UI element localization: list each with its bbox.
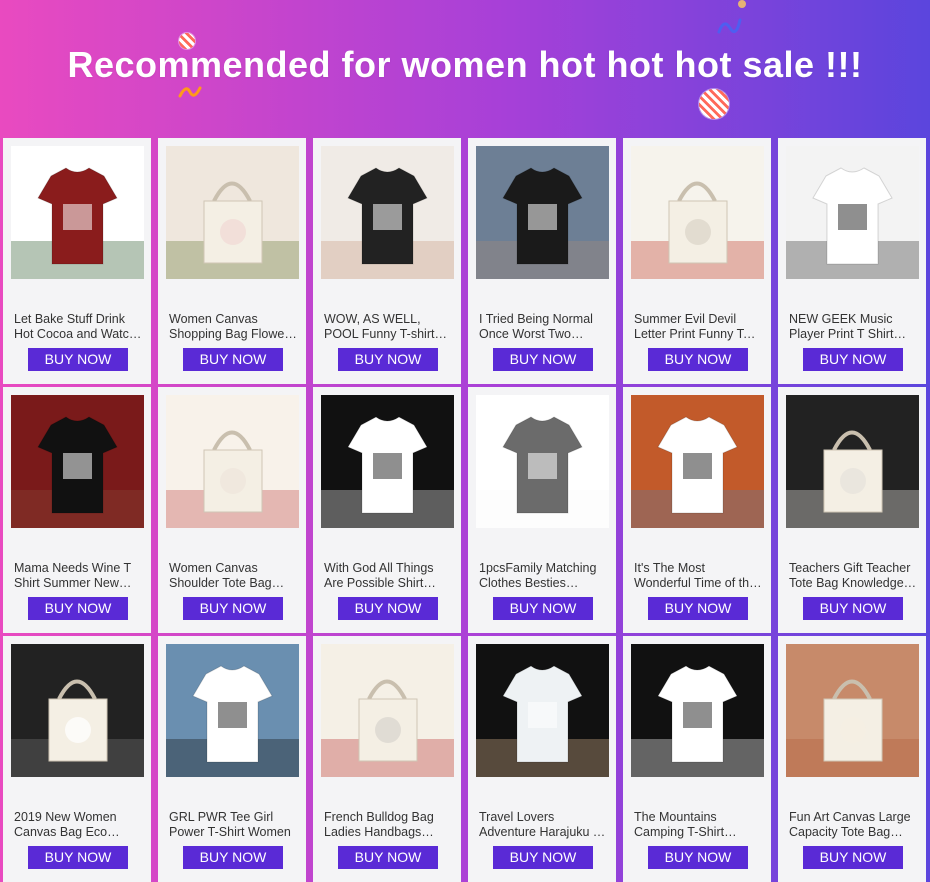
page-title: Recommended for women hot hot hot sale !…: [67, 44, 863, 85]
buy-now-button[interactable]: BUY NOW: [648, 348, 748, 371]
product-photo-icon: [321, 395, 454, 528]
buy-now-button[interactable]: BUY NOW: [183, 846, 283, 869]
product-card[interactable]: Teachers Gift Teacher Tote Bag Knowledge…: [778, 387, 926, 633]
product-card[interactable]: Fun Art Canvas Large Capacity Tote Bag W…: [778, 636, 926, 882]
product-photo-icon: [166, 395, 299, 528]
product-image[interactable]: [786, 395, 919, 528]
product-image[interactable]: [631, 644, 764, 777]
product-title[interactable]: It's The Most Wonderful Time of the Year…: [634, 561, 762, 591]
product-card[interactable]: 2019 New Women Canvas Bag Eco Shopping T…: [3, 636, 151, 882]
product-title[interactable]: The Mountains Camping T-Shirt Happy Plac…: [634, 810, 762, 840]
product-photo-icon: [166, 146, 299, 279]
product-card[interactable]: Travel Lovers Adventure Harajuku T-Shirt…: [468, 636, 616, 882]
product-title[interactable]: NEW GEEK Music Player Print T Shirt Wome…: [789, 312, 917, 342]
product-title[interactable]: I Tried Being Normal Once Worst Two Minu…: [479, 312, 607, 342]
product-card[interactable]: Let Bake Stuff Drink Hot Cocoa and Watch…: [3, 138, 151, 384]
product-row: 2019 New Women Canvas Bag Eco Shopping T…: [0, 636, 930, 882]
product-card[interactable]: Women Canvas Shoulder Tote Bag Printed BU…: [158, 387, 306, 633]
product-photo-icon: [631, 146, 764, 279]
product-image[interactable]: [786, 146, 919, 279]
product-card[interactable]: GRL PWR Tee Girl Power T-Shirt Women BUY …: [158, 636, 306, 882]
product-title[interactable]: Women Canvas Shoulder Tote Bag Printed: [169, 561, 297, 591]
product-card[interactable]: WOW, AS WELL, POOL Funny T-shirt Women BU…: [313, 138, 461, 384]
product-photo-icon: [476, 146, 609, 279]
product-image[interactable]: [11, 644, 144, 777]
product-image[interactable]: [631, 395, 764, 528]
product-photo-icon: [11, 146, 144, 279]
buy-now-button[interactable]: BUY NOW: [183, 348, 283, 371]
promo-banner: Recommended for women hot hot hot sale !…: [0, 0, 930, 138]
product-image[interactable]: [11, 146, 144, 279]
product-title[interactable]: Summer Evil Devil Letter Print Funny Tot…: [634, 312, 762, 342]
buy-now-button[interactable]: BUY NOW: [338, 846, 438, 869]
buy-now-button[interactable]: BUY NOW: [803, 846, 903, 869]
product-card[interactable]: It's The Most Wonderful Time of the Year…: [623, 387, 771, 633]
product-title[interactable]: Let Bake Stuff Drink Hot Cocoa and Watch…: [14, 312, 142, 342]
buy-now-button[interactable]: BUY NOW: [493, 597, 593, 620]
product-image[interactable]: [476, 146, 609, 279]
product-photo-icon: [11, 395, 144, 528]
product-title[interactable]: French Bulldog Bag Ladies Handbags Canva…: [324, 810, 452, 840]
product-card[interactable]: Summer Evil Devil Letter Print Funny Tot…: [623, 138, 771, 384]
product-photo-icon: [476, 395, 609, 528]
product-image[interactable]: [321, 146, 454, 279]
buy-now-button[interactable]: BUY NOW: [803, 348, 903, 371]
product-card[interactable]: Women Canvas Shopping Bag Flower Print T…: [158, 138, 306, 384]
product-card[interactable]: 1pcsFamily Matching Clothes Besties Momm…: [468, 387, 616, 633]
buy-now-button[interactable]: BUY NOW: [648, 846, 748, 869]
product-photo-icon: [11, 644, 144, 777]
product-card[interactable]: Mama Needs Wine T Shirt Summer New Women…: [3, 387, 151, 633]
product-photo-icon: [786, 395, 919, 528]
buy-now-button[interactable]: BUY NOW: [28, 597, 128, 620]
buy-now-button[interactable]: BUY NOW: [493, 846, 593, 869]
product-row: Let Bake Stuff Drink Hot Cocoa and Watch…: [0, 138, 930, 384]
sparkle-decoration: [738, 0, 746, 8]
product-photo-icon: [321, 644, 454, 777]
buy-now-button[interactable]: BUY NOW: [803, 597, 903, 620]
product-image[interactable]: [476, 395, 609, 528]
product-photo-icon: [476, 644, 609, 777]
product-card[interactable]: With God All Things Are Possible Shirt W…: [313, 387, 461, 633]
product-title[interactable]: With God All Things Are Possible Shirt W…: [324, 561, 452, 591]
product-image[interactable]: [166, 395, 299, 528]
product-title[interactable]: Women Canvas Shopping Bag Flower Print T…: [169, 312, 297, 342]
product-image[interactable]: [166, 644, 299, 777]
striped-ball-decoration: [699, 89, 729, 119]
ribbon-decoration: [717, 18, 742, 34]
product-title[interactable]: 1pcsFamily Matching Clothes Besties Momm…: [479, 561, 607, 591]
product-row: Mama Needs Wine T Shirt Summer New Women…: [0, 387, 930, 633]
buy-now-button[interactable]: BUY NOW: [183, 597, 283, 620]
product-photo-icon: [786, 146, 919, 279]
product-title[interactable]: Teachers Gift Teacher Tote Bag Knowledge…: [789, 561, 917, 591]
product-image[interactable]: [786, 644, 919, 777]
buy-now-button[interactable]: BUY NOW: [28, 846, 128, 869]
buy-now-button[interactable]: BUY NOW: [648, 597, 748, 620]
product-title[interactable]: Mama Needs Wine T Shirt Summer New Women: [14, 561, 142, 591]
product-title[interactable]: WOW, AS WELL, POOL Funny T-shirt Women: [324, 312, 452, 342]
product-image[interactable]: [631, 146, 764, 279]
product-title[interactable]: Fun Art Canvas Large Capacity Tote Bag W…: [789, 810, 917, 840]
product-card[interactable]: The Mountains Camping T-Shirt Happy Plac…: [623, 636, 771, 882]
product-title[interactable]: Travel Lovers Adventure Harajuku T-Shirt: [479, 810, 607, 840]
product-card[interactable]: French Bulldog Bag Ladies Handbags Canva…: [313, 636, 461, 882]
buy-now-button[interactable]: BUY NOW: [338, 348, 438, 371]
product-photo-icon: [786, 644, 919, 777]
product-photo-icon: [166, 644, 299, 777]
product-image[interactable]: [321, 644, 454, 777]
product-title[interactable]: GRL PWR Tee Girl Power T-Shirt Women: [169, 810, 297, 840]
product-photo-icon: [631, 644, 764, 777]
buy-now-button[interactable]: BUY NOW: [493, 348, 593, 371]
product-image[interactable]: [166, 146, 299, 279]
product-image[interactable]: [476, 644, 609, 777]
product-photo-icon: [321, 146, 454, 279]
buy-now-button[interactable]: BUY NOW: [28, 348, 128, 371]
product-image[interactable]: [11, 395, 144, 528]
buy-now-button[interactable]: BUY NOW: [338, 597, 438, 620]
product-title[interactable]: 2019 New Women Canvas Bag Eco Shopping T…: [14, 810, 142, 840]
product-card[interactable]: I Tried Being Normal Once Worst Two Minu…: [468, 138, 616, 384]
product-image[interactable]: [321, 395, 454, 528]
product-card[interactable]: NEW GEEK Music Player Print T Shirt Wome…: [778, 138, 926, 384]
product-photo-icon: [631, 395, 764, 528]
